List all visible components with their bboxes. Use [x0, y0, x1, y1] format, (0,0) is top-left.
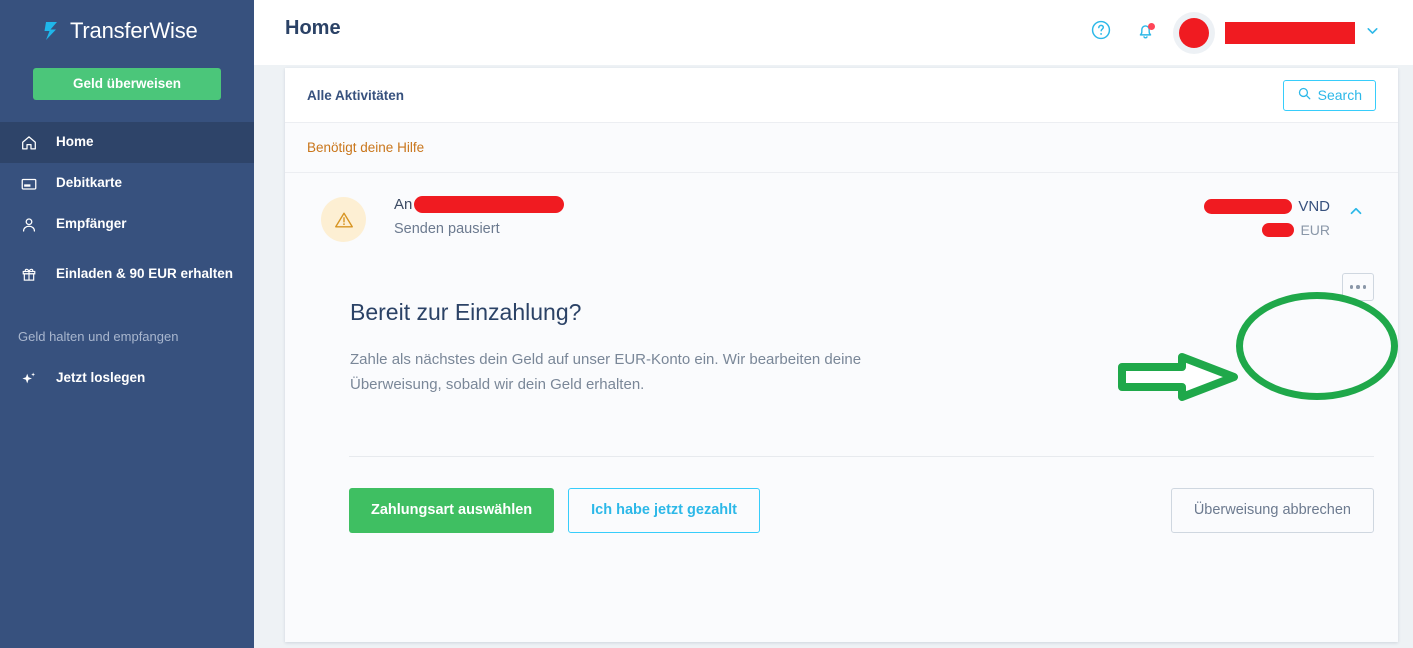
- card-icon: [18, 175, 40, 193]
- detail-title: Bereit zur Einzahlung?: [350, 299, 582, 325]
- user-name-redacted[interactable]: [1225, 21, 1355, 44]
- topbar: Home: [254, 0, 1413, 65]
- sidebar-item-debitkarte[interactable]: Debitkarte: [0, 163, 254, 204]
- transaction-recipient-prefix: An: [394, 196, 413, 213]
- transaction-detail-panel: Bereit zur Einzahlung? Zahle als nächste…: [285, 259, 1398, 398]
- warning-triangle-icon: [321, 197, 366, 242]
- home-icon: [18, 134, 40, 152]
- sidebar-item-label: Home: [56, 134, 94, 150]
- sidebar-item-home[interactable]: Home: [0, 122, 254, 163]
- amount-secondary-row: EUR: [1204, 222, 1330, 238]
- detail-body: Zahle als nächstes dein Geld auf unser E…: [350, 351, 862, 393]
- topbar-actions: [1079, 0, 1389, 65]
- app-root: TransferWise Geld überweisen Home Debitk…: [0, 0, 1413, 648]
- amount-primary-row: VND: [1204, 198, 1330, 215]
- cancel-transfer-button[interactable]: Überweisung abbrechen: [1170, 487, 1374, 533]
- avatar-redaction: [1179, 17, 1209, 48]
- ellipsis-icon: [1362, 285, 1367, 289]
- sidebar-item-einladen[interactable]: Einladen & 90 EUR erhalten: [0, 245, 254, 303]
- notification-dot: [1148, 22, 1155, 30]
- select-payment-method-button[interactable]: Zahlungsart auswählen: [349, 487, 555, 533]
- amount-primary-currency: VND: [1298, 198, 1330, 215]
- sidebar-item-empfaenger[interactable]: Empfänger: [0, 204, 254, 245]
- sparkle-icon: [18, 370, 40, 388]
- already-paid-button[interactable]: Ich habe jetzt gezahlt: [568, 487, 760, 533]
- transaction-amounts: VND EUR: [1204, 195, 1330, 238]
- send-money-cta-wrap: Geld überweisen: [0, 68, 254, 100]
- search-button[interactable]: Search: [1282, 79, 1376, 111]
- sidebar-item-label: Debitkarte: [56, 175, 123, 191]
- needs-help-section-label: Benötigt deine Hilfe: [285, 123, 1398, 173]
- amount-primary-redaction: [1204, 199, 1293, 214]
- ellipsis-icon: [1356, 285, 1360, 289]
- amount-secondary-redaction: [1262, 223, 1295, 237]
- gift-icon: [18, 265, 40, 283]
- sidebar: TransferWise Geld überweisen Home Debitk…: [0, 0, 254, 648]
- person-icon: [18, 216, 40, 234]
- sidebar-nav: Home Debitkarte Empfänger Einladen & 90 …: [0, 122, 254, 399]
- transaction-row[interactable]: An Senden pausiert VND EUR: [285, 173, 1398, 259]
- avatar[interactable]: [1173, 11, 1215, 54]
- chevron-down-icon: [1364, 22, 1381, 44]
- ellipsis-icon: [1349, 285, 1354, 289]
- send-money-button[interactable]: Geld überweisen: [33, 68, 221, 100]
- activity-card-title: Alle Aktivitäten: [307, 87, 405, 103]
- activity-card: Alle Aktivitäten Search Benötigt deine H…: [285, 68, 1398, 642]
- page-title: Home: [285, 17, 341, 39]
- question-circle-icon: [1090, 19, 1112, 46]
- notifications-button[interactable]: [1123, 11, 1167, 55]
- transaction-recipient: An: [394, 196, 1204, 213]
- recipient-redaction: [414, 196, 565, 213]
- sidebar-item-label: Einladen & 90 EUR erhalten: [56, 265, 234, 281]
- transaction-details: An Senden pausiert: [394, 195, 1204, 237]
- chevron-up-icon: [1347, 202, 1365, 225]
- action-buttons: Zahlungsart auswählen Ich habe jetzt gez…: [285, 457, 1398, 533]
- transaction-status: Senden pausiert: [394, 221, 500, 237]
- more-options-button[interactable]: [1342, 273, 1374, 301]
- sidebar-item-jetzt-loslegen[interactable]: Jetzt loslegen: [0, 358, 254, 399]
- brand[interactable]: TransferWise: [0, 0, 254, 62]
- search-button-label: Search: [1317, 87, 1362, 103]
- amount-secondary-currency: EUR: [1300, 222, 1330, 238]
- main-content: Alle Aktivitäten Search Benötigt deine H…: [254, 65, 1413, 648]
- sidebar-item-label: Empfänger: [56, 216, 127, 232]
- activity-card-header: Alle Aktivitäten Search: [285, 68, 1398, 123]
- sidebar-item-label: Jetzt loslegen: [56, 370, 146, 386]
- sidebar-section-label: Geld halten und empfangen: [18, 329, 179, 344]
- help-button[interactable]: [1079, 11, 1123, 55]
- collapse-transaction-button[interactable]: [1340, 197, 1372, 229]
- brand-name: TransferWise: [70, 18, 198, 43]
- transferwise-logo-icon: [40, 18, 66, 44]
- search-icon: [1297, 86, 1312, 104]
- user-menu-button[interactable]: [1355, 11, 1389, 55]
